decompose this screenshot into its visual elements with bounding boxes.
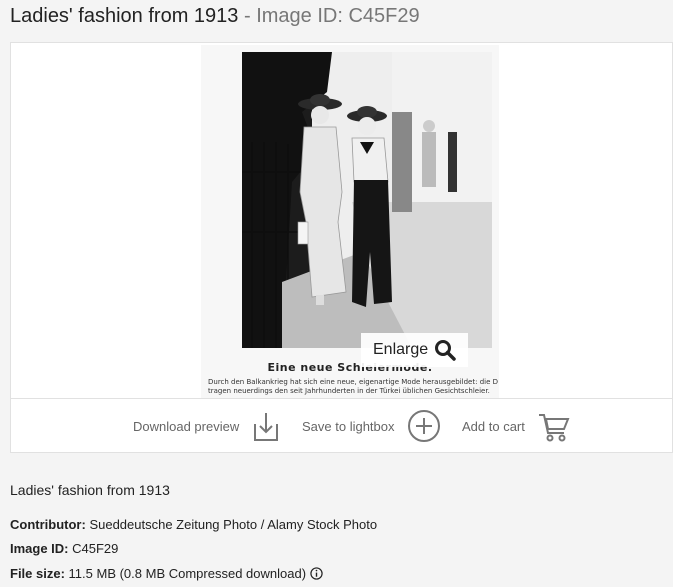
download-preview-button[interactable]: Download preview [133,407,281,445]
image-id-row: Image ID: C45F29 [10,541,118,556]
cart-icon [538,414,570,442]
caption-line-2: tragen neuerdings den seit Jahrhunderten… [208,387,490,395]
image-description: Ladies' fashion from 1913 [10,482,170,498]
download-preview-label: Download preview [133,418,240,434]
add-to-cart-button[interactable]: Add to cart [462,407,571,445]
caption-line-1: Durch den Balkankrieg hat sich eine neue… [208,378,498,386]
add-to-cart-label: Add to cart [462,418,525,434]
save-to-lightbox-button[interactable]: Save to lightbox [302,407,441,445]
plus-circle-icon [407,410,440,442]
title-image-id: Image ID: C45F29 [256,5,420,27]
file-size-label: File size: [10,566,65,581]
photo-caption-text: Durch den Balkankrieg hat sich eine neue… [208,378,498,396]
historic-photo [242,52,492,348]
image-card: Eine neue Schleiermode. Durch den Balkan… [10,42,673,453]
file-size-row: File size: 11.5 MB (0.8 MB Compressed do… [10,566,323,581]
contributor-row: Contributor: Sueddeutsche Zeitung Photo … [10,517,377,532]
enlarge-button[interactable]: Enlarge [361,333,469,367]
page-title: Ladies' fashion from 1913 - Image ID: C4… [10,4,420,28]
file-size-value: 11.5 MB (0.8 MB Compressed download) [68,566,307,581]
download-icon [254,413,279,441]
action-bar: Download preview Save to lightbox Add to… [11,398,672,453]
image-id-label: Image ID: [10,541,69,556]
info-icon[interactable] [309,567,323,580]
save-to-lightbox-label: Save to lightbox [302,418,395,434]
contributor-value: Sueddeutsche Zeitung Photo / Alamy Stock… [89,517,378,532]
magnifier-icon [435,340,456,361]
enlarge-label: Enlarge [373,341,429,358]
contributor-label: Contributor: [10,517,86,532]
title-separator: - [238,5,257,27]
image-id-value: C45F29 [72,541,119,556]
image-title: Ladies' fashion from 1913 [10,5,239,27]
